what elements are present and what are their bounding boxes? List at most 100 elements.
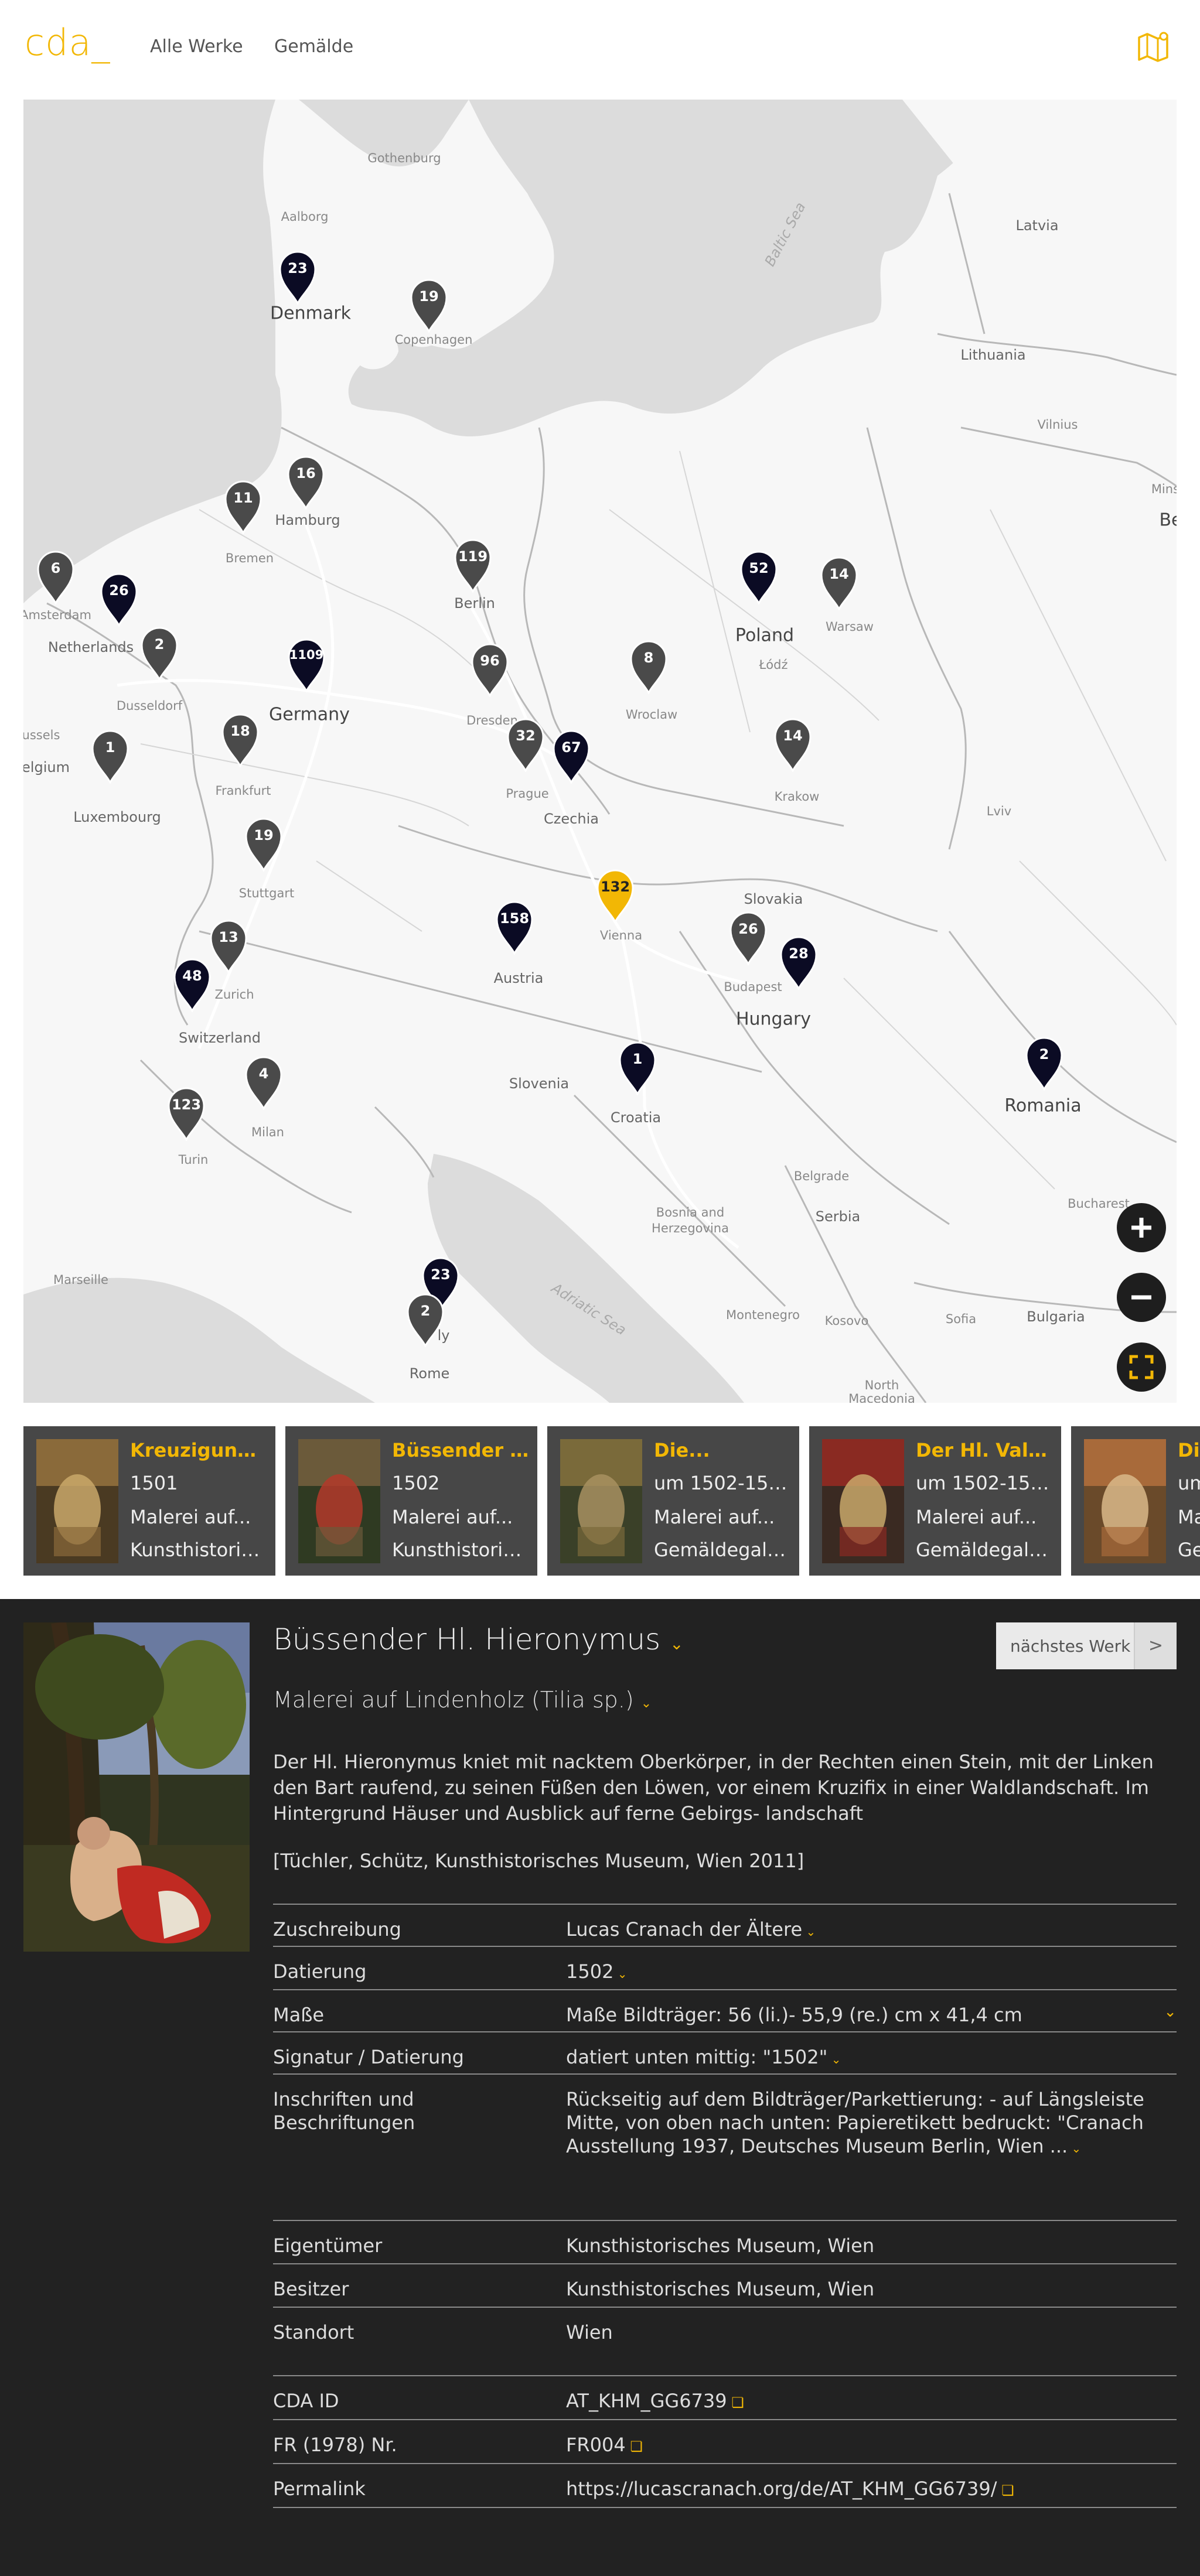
metadata-row[interactable]: Zuschreibung Lucas Cranach der Ältere ⌄ <box>273 1904 1177 1946</box>
marker-count: 11 <box>233 490 253 506</box>
map-place-label: Belgrade <box>793 1169 850 1183</box>
map-place-label: Wroclaw <box>625 708 678 722</box>
map-marker[interactable]: 26 <box>98 570 140 627</box>
map-marker[interactable]: 19 <box>408 276 450 333</box>
work-card-title: Die... <box>654 1439 710 1461</box>
work-card[interactable]: Büssender Hl.... 1502 Malerei auf... Kunsth… <box>285 1426 537 1576</box>
map-marker[interactable]: 123 <box>165 1085 207 1141</box>
map-marker[interactable]: 1109 <box>285 636 328 692</box>
map-marker[interactable]: 19 <box>243 815 285 872</box>
chevron-down-icon[interactable]: ⌄ <box>613 1967 628 1981</box>
map-place-label: Dusseldorf <box>116 699 183 713</box>
map-marker[interactable]: 28 <box>778 934 820 990</box>
works-strip[interactable]: Kreuzigung... 1501 Malerei auf... Kunsthist… <box>0 1403 1200 1599</box>
map-marker[interactable]: 119 <box>452 537 494 593</box>
work-card[interactable]: Der Hl. Valenti... um 1502-1503 Malerei au… <box>809 1426 1061 1576</box>
map-place-label: Bosnia and <box>656 1205 725 1219</box>
marker-count: 19 <box>254 827 274 843</box>
metadata-value: Maße Bildträger: 56 (li.)- 55,9 (re.) cm… <box>566 2003 1175 2027</box>
work-card-owner: Kunsthistorisc... <box>392 1539 530 1561</box>
map-pin-icon <box>820 556 858 610</box>
chevron-down-icon[interactable]: ⌄ <box>802 1925 816 1939</box>
painting-image[interactable] <box>23 1622 250 1952</box>
map-marker[interactable]: 18 <box>219 711 261 767</box>
work-detail-panel: Büssender Hl. Hieronymus ⌄ nächstes Werk… <box>0 1599 1200 2576</box>
map-place-label: Aalborg <box>281 210 329 224</box>
metadata-key: Signatur / Datierung <box>273 2046 464 2068</box>
map-marker[interactable]: 132 <box>594 867 636 923</box>
copy-icon[interactable]: ❏ <box>727 2394 744 2411</box>
metadata-value: Kunsthistorisches Museum, Wien <box>566 2234 1175 2257</box>
map-marker[interactable]: 1 <box>616 1039 659 1095</box>
work-card[interactable]: Die... um... Ma... Ge... <box>1071 1426 1200 1576</box>
map-marker[interactable]: 2 <box>1023 1034 1065 1091</box>
map-marker[interactable]: 52 <box>738 548 780 604</box>
map-place-label: Łódź <box>759 658 788 672</box>
map-marker[interactable]: 14 <box>772 716 814 772</box>
nav-link-paintings[interactable]: Gemälde <box>274 36 353 57</box>
map-marker[interactable]: 4 <box>243 1054 285 1110</box>
work-description: Der Hl. Hieronymus kniet mit nacktem Obe… <box>273 1751 1154 1825</box>
zoom-in-button[interactable] <box>1117 1203 1166 1252</box>
map-place-label: Vilnius <box>1037 418 1078 432</box>
map-pin-icon <box>780 936 817 990</box>
map-marker[interactable]: 14 <box>818 554 860 610</box>
map-place-label: Budapest <box>724 980 782 994</box>
work-card[interactable]: Die... um 1502-1503 Malerei auf... Gemäldeg… <box>547 1426 799 1576</box>
next-arrow-icon[interactable]: > <box>1134 1622 1177 1669</box>
map-marker[interactable]: 11 <box>222 478 264 534</box>
marker-count: 4 <box>258 1065 269 1082</box>
fullscreen-button[interactable] <box>1117 1342 1166 1392</box>
locations-map[interactable]: Gothenburg Aalborg Denmark Copenhagen Baltic… <box>23 100 1177 1403</box>
map-marker[interactable]: 2 <box>138 624 180 681</box>
map-marker[interactable]: 23 <box>277 248 319 305</box>
metadata-value[interactable]: https://lucascranach.org/de/AT_KHM_GG673… <box>566 2477 1175 2502</box>
work-title[interactable]: Büssender Hl. Hieronymus ⌄ <box>273 1622 684 1656</box>
map-place-label: Bucharest <box>1068 1197 1130 1211</box>
map-place-label: Luxembourg <box>73 809 161 825</box>
work-card[interactable]: Kreuzigung... 1501 Malerei auf... Kunsthist… <box>23 1426 275 1576</box>
chevron-down-icon[interactable]: ⌄ <box>827 2052 841 2066</box>
map-marker[interactable]: 158 <box>493 898 536 955</box>
map-pin-icon <box>407 1293 444 1347</box>
map-marker[interactable]: 6 <box>35 548 77 604</box>
map-place-label: Bulgaria <box>1027 1309 1085 1325</box>
metadata-row[interactable]: Datierung 1502 ⌄ <box>273 1946 1177 1989</box>
next-work-button[interactable]: nächstes Werk > <box>996 1622 1177 1669</box>
copy-icon[interactable]: ❏ <box>997 2482 1014 2499</box>
metadata-row[interactable]: Maße Maße Bildträger: 56 (li.)- 55,9 (re.… <box>273 1989 1177 2031</box>
nav-link-all-works[interactable]: Alle Werke <box>150 36 243 57</box>
metadata-value-text: Wien <box>566 2321 613 2343</box>
map-marker[interactable]: 26 <box>727 909 769 965</box>
copy-icon[interactable]: ❏ <box>626 2438 643 2455</box>
work-card-date: um... <box>1178 1472 1200 1494</box>
chevron-down-icon[interactable]: ⌄ <box>1068 2141 1082 2155</box>
metadata-row: CDA ID AT_KHM_GG6739 ❏ <box>273 2375 1177 2419</box>
chevron-down-icon[interactable]: ⌄ <box>1164 2003 1177 2021</box>
map-marker[interactable]: 13 <box>207 917 250 973</box>
work-thumbnail <box>1084 1439 1166 1563</box>
site-logo[interactable]: cda_ <box>25 21 110 64</box>
map-marker[interactable]: 96 <box>469 641 511 697</box>
map-marker[interactable]: 32 <box>504 716 547 772</box>
map-marker[interactable]: 8 <box>628 638 670 694</box>
map-place-label: Montenegro <box>725 1308 800 1322</box>
map-marker[interactable]: 16 <box>285 453 327 510</box>
map-marker[interactable]: 67 <box>550 727 592 784</box>
map-pin-icon <box>100 573 138 627</box>
metadata-row[interactable]: Inschriften und Beschriftungen Rückseitig… <box>273 2073 1177 2220</box>
marker-count: 123 <box>171 1096 202 1113</box>
map-place-label: Hungary <box>735 1009 812 1030</box>
work-medium[interactable]: Malerei auf Lindenholz (Tilia sp.) ⌄ <box>273 1687 652 1713</box>
map-marker[interactable]: 2 <box>404 1291 446 1347</box>
zoom-out-button[interactable] <box>1117 1273 1166 1322</box>
chevron-down-icon[interactable]: ⌄ <box>670 1634 683 1653</box>
map-view-icon[interactable] <box>1136 29 1171 64</box>
map-marker[interactable]: 48 <box>171 956 213 1012</box>
chevron-down-icon[interactable]: ⌄ <box>641 1696 652 1711</box>
map-marker[interactable]: 1 <box>89 727 131 784</box>
work-card-title: Die... <box>1178 1439 1200 1461</box>
metadata-row[interactable]: Signatur / Datierung datiert unten mittig… <box>273 2031 1177 2073</box>
metadata-row: Permalink https://lucascranach.org/de/AT_… <box>273 2463 1177 2507</box>
map-place-label: ussels <box>23 728 60 742</box>
